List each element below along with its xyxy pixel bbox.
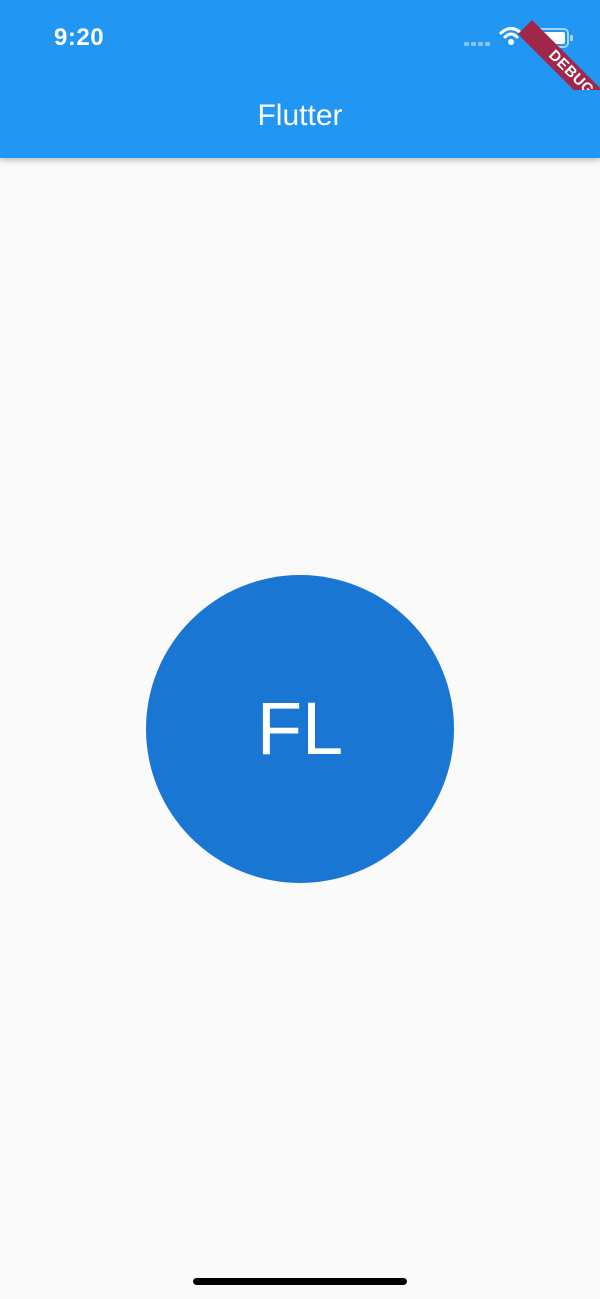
debug-label: DEBUG xyxy=(517,20,600,90)
app-bar-title: Flutter xyxy=(257,99,343,132)
debug-banner: DEBUG xyxy=(510,0,600,90)
avatar[interactable]: FL xyxy=(146,575,454,883)
signal-dots-icon xyxy=(464,42,490,46)
avatar-initials: FL xyxy=(256,687,344,770)
status-time: 9:20 xyxy=(54,24,105,51)
home-indicator[interactable] xyxy=(193,1278,407,1285)
